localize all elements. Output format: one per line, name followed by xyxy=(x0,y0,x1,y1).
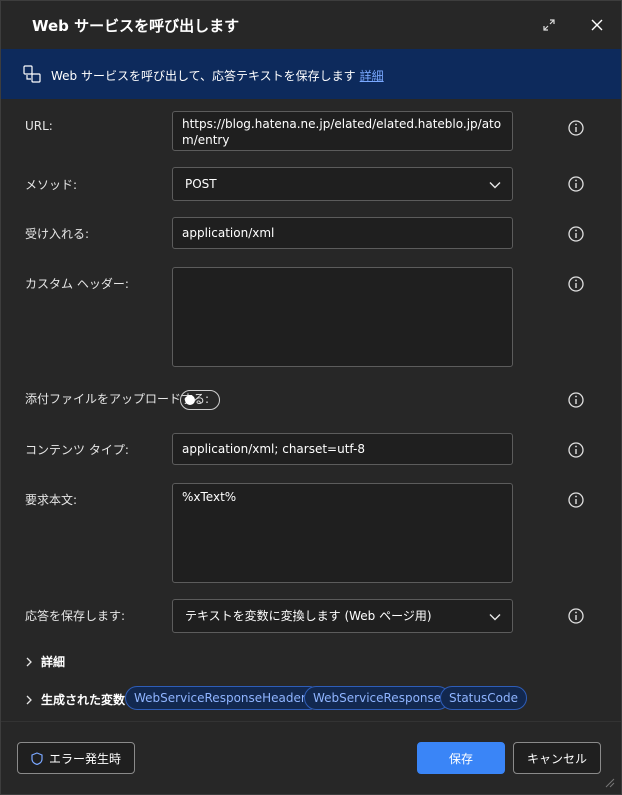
request-body-field[interactable]: %xText% xyxy=(172,483,513,583)
banner-description: Web サービスを呼び出して、応答テキストを保存します xyxy=(51,69,356,83)
custom-headers-field[interactable] xyxy=(172,267,513,367)
info-icon[interactable] xyxy=(567,607,585,625)
dialog-title: Web サービスを呼び出します xyxy=(32,17,240,35)
method-value: POST xyxy=(185,177,217,191)
save-response-label: 応答を保存します: xyxy=(25,609,126,623)
url-field[interactable]: https://blog.hatena.ne.jp/elated/elated.… xyxy=(172,111,513,151)
advanced-label: 詳細 xyxy=(41,655,66,669)
variable-chip[interactable]: WebServiceResponseHeaders xyxy=(125,686,322,710)
close-icon[interactable] xyxy=(585,13,609,37)
method-label: メソッド: xyxy=(25,178,78,192)
variable-chip[interactable]: StatusCode xyxy=(440,686,527,710)
resize-grip-icon[interactable] xyxy=(605,778,615,788)
variable-chip[interactable]: WebServiceResponse xyxy=(304,686,451,710)
chevron-right-icon xyxy=(26,657,32,666)
shield-icon xyxy=(31,751,43,765)
save-button[interactable]: 保存 xyxy=(417,742,505,774)
content-type-label: コンテンツ タイプ: xyxy=(25,443,129,457)
method-dropdown[interactable]: POST xyxy=(172,167,513,201)
info-icon[interactable] xyxy=(567,441,585,459)
info-icon[interactable] xyxy=(567,225,585,243)
url-label: URL: xyxy=(25,119,53,133)
chevron-down-icon xyxy=(489,182,501,189)
accept-field[interactable]: application/xml xyxy=(172,217,513,249)
on-error-button[interactable]: エラー発生時 xyxy=(17,742,135,774)
chevron-right-icon xyxy=(26,695,32,704)
info-icon[interactable] xyxy=(567,491,585,509)
dialog: Web サービスを呼び出します Web サービスを呼び出して、応答テキストを保存… xyxy=(0,0,622,795)
web-service-icon xyxy=(23,65,41,86)
generated-variables-label: 生成された変数 xyxy=(41,693,126,707)
info-icon[interactable] xyxy=(567,119,585,137)
custom-headers-label: カスタム ヘッダー: xyxy=(25,277,129,291)
toggle-knob xyxy=(185,395,195,405)
save-response-value: テキストを変数に変換します (Web ページ用) xyxy=(185,609,432,623)
content-type-field[interactable]: application/xml; charset=utf-8 xyxy=(172,433,513,465)
chevron-down-icon xyxy=(489,614,501,621)
advanced-section-toggle[interactable]: 詳細 xyxy=(25,653,65,670)
info-icon[interactable] xyxy=(567,391,585,409)
info-icon[interactable] xyxy=(567,175,585,193)
footer-divider xyxy=(1,721,621,722)
request-body-label: 要求本文: xyxy=(25,493,78,507)
generated-variables-toggle[interactable]: 生成された変数 xyxy=(25,691,125,708)
info-banner: Web サービスを呼び出して、応答テキストを保存します 詳細 xyxy=(1,49,621,99)
details-link[interactable]: 詳細 xyxy=(360,69,384,83)
attach-file-toggle[interactable] xyxy=(180,390,220,410)
accept-label: 受け入れる: xyxy=(25,227,90,241)
on-error-label: エラー発生時 xyxy=(48,751,121,766)
expand-icon[interactable] xyxy=(537,13,561,37)
cancel-button[interactable]: キャンセル xyxy=(513,742,601,774)
save-response-dropdown[interactable]: テキストを変数に変換します (Web ページ用) xyxy=(172,599,513,633)
banner-text: Web サービスを呼び出して、応答テキストを保存します 詳細 xyxy=(51,67,384,84)
title-bar: Web サービスを呼び出します xyxy=(1,1,621,49)
info-icon[interactable] xyxy=(567,275,585,293)
